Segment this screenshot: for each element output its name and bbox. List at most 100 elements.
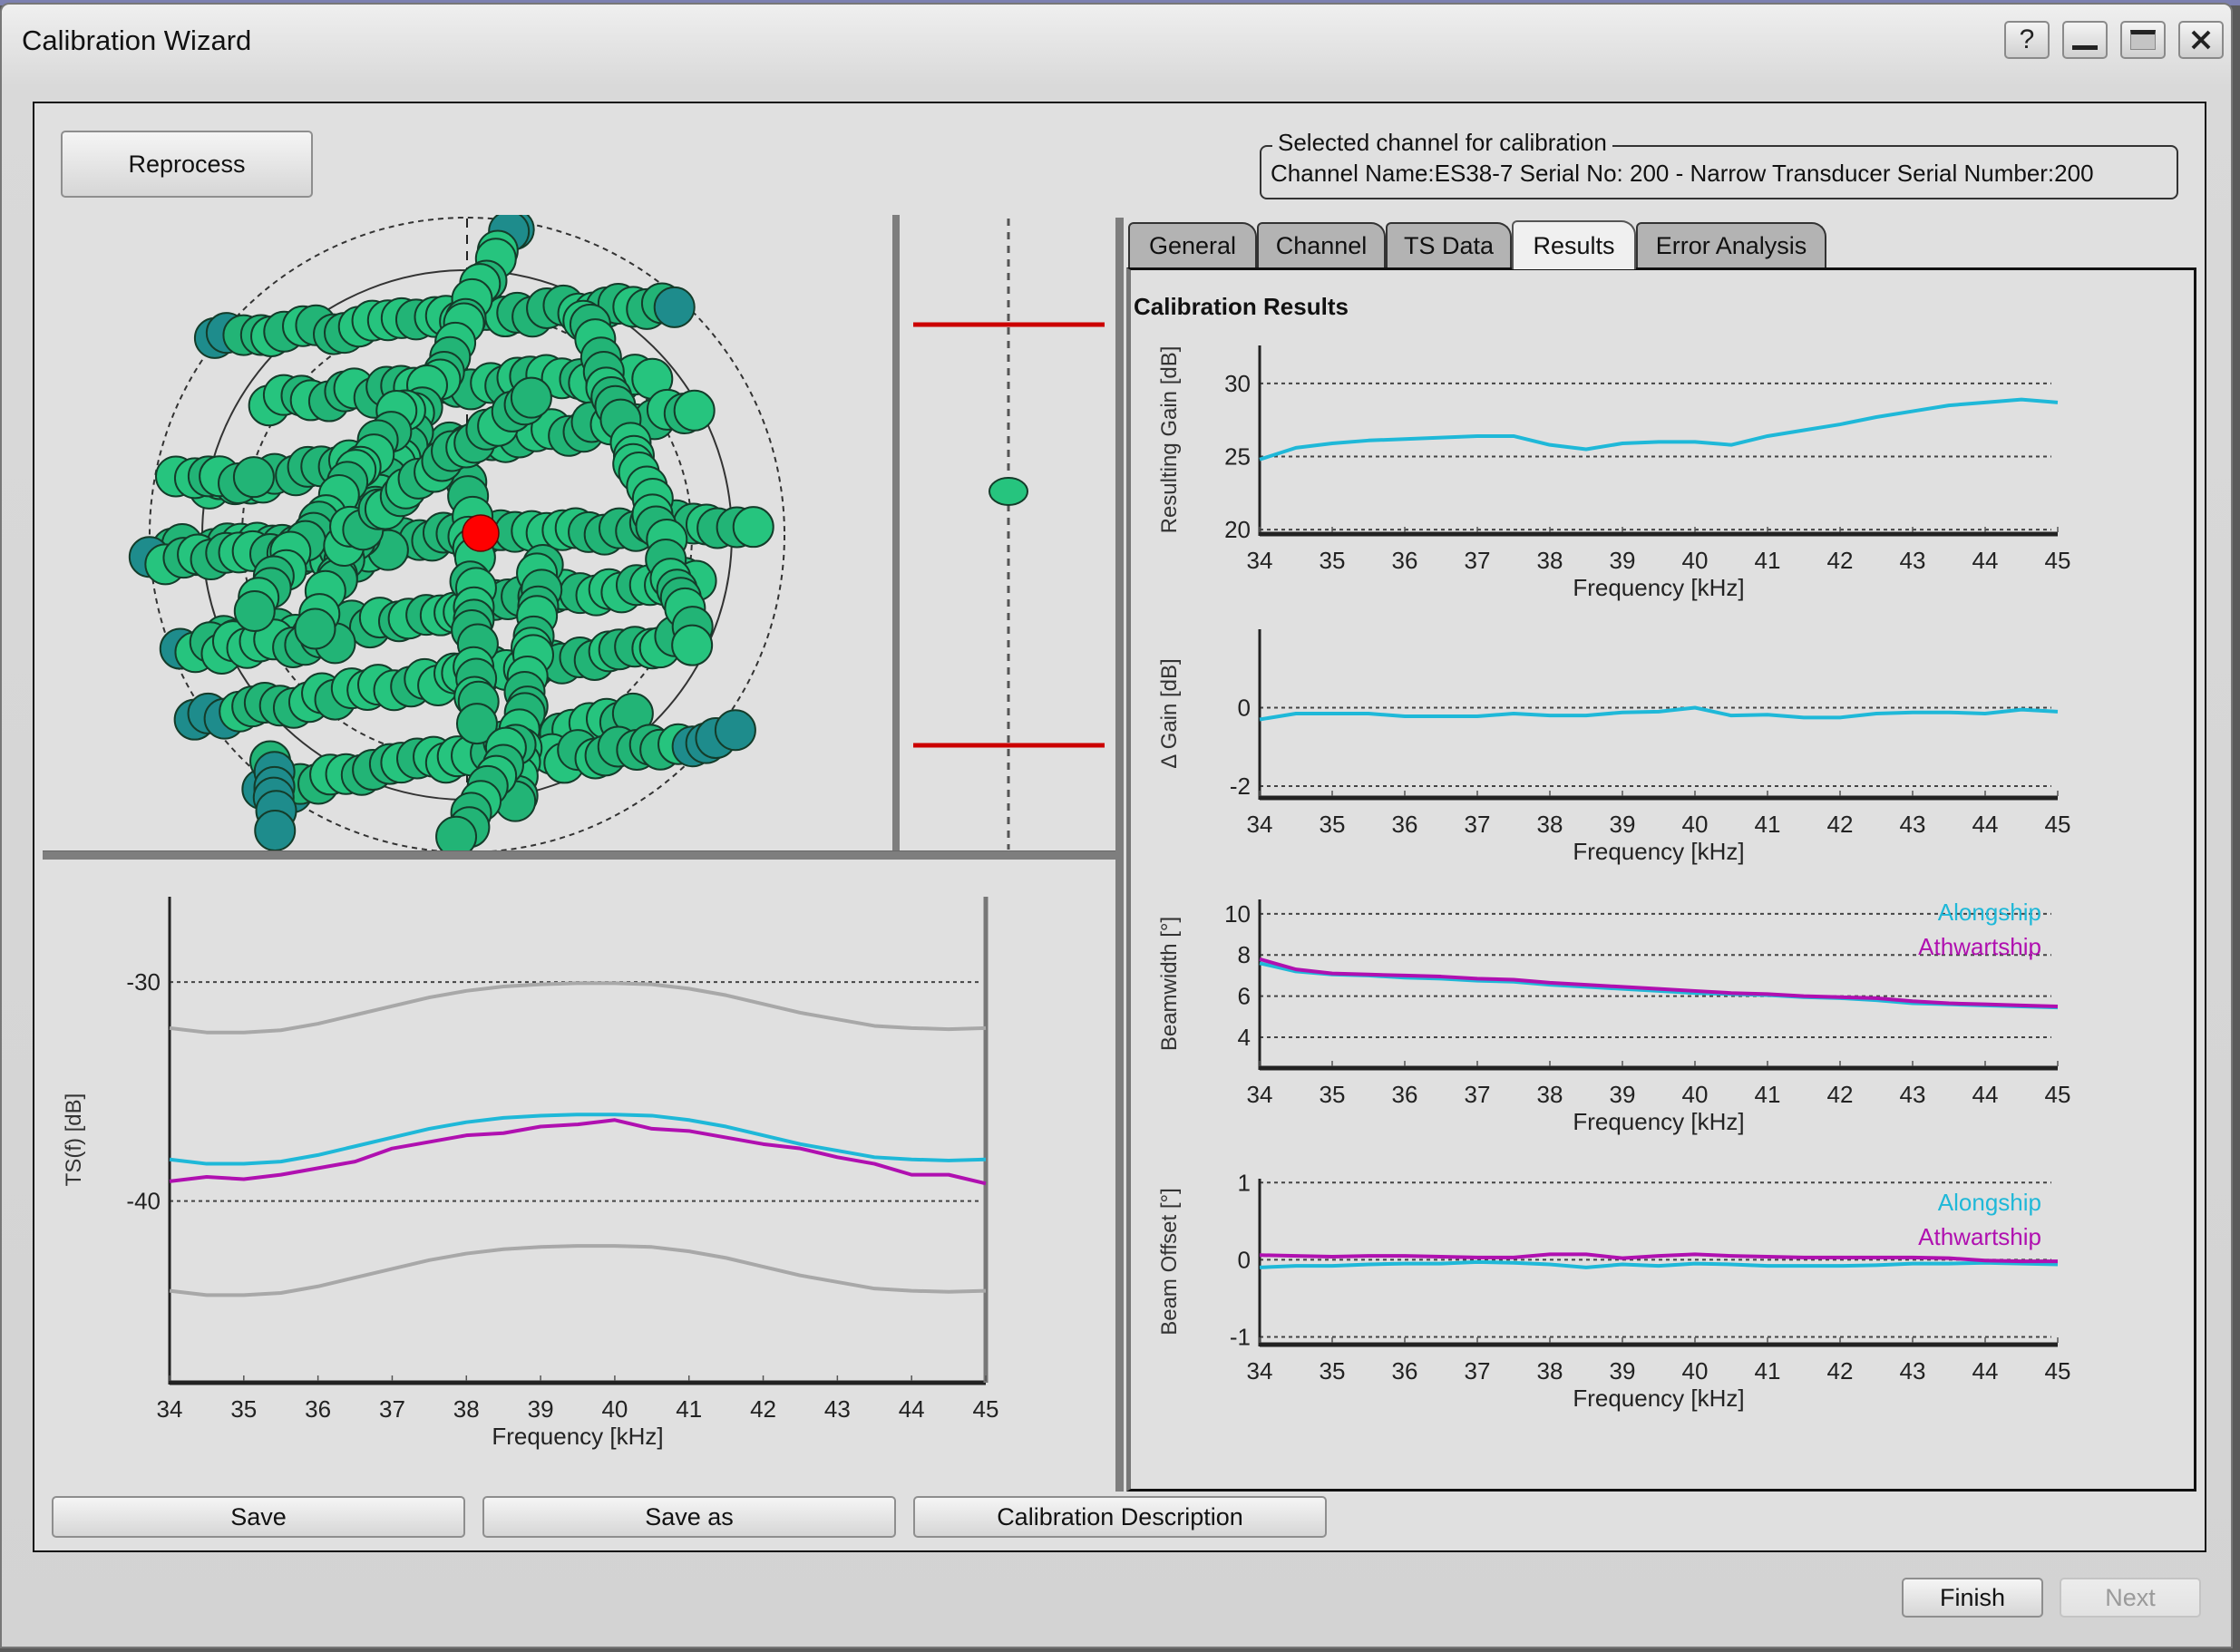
range-panel-divider[interactable]	[892, 215, 900, 854]
x-tick-label: 34	[157, 1395, 183, 1423]
x-tick-label: 37	[1465, 811, 1491, 838]
x-tick-label: 36	[1392, 547, 1418, 574]
x-tick-label: 38	[1537, 1081, 1563, 1108]
y-tick-label: 0	[1238, 695, 1251, 722]
x-tick-label: 45	[973, 1395, 999, 1423]
target-point	[653, 286, 696, 328]
y-axis-label: Beamwidth [°]	[1157, 917, 1182, 1051]
target-points	[128, 215, 774, 852]
x-tick-label: 39	[1610, 1357, 1636, 1385]
x-tick-label: 42	[1827, 811, 1854, 838]
y-tick-label: 6	[1238, 983, 1251, 1010]
x-axis-label: Frequency [kHz]	[1573, 1385, 1744, 1412]
help-icon: ?	[2019, 24, 2035, 54]
series-line-delta-gain	[1259, 705, 2059, 722]
y-tick-label: -2	[1230, 773, 1251, 800]
beamwidth-chart: 4 6 8 10 34 35 36 37 38 39 40 41 42 43 44 45 Frequency […	[1157, 899, 2070, 1135]
series-line-model	[169, 1113, 987, 1166]
close-button[interactable]	[2178, 21, 2224, 59]
selected-channel-info: Channel Name:ES38-7 Serial No: 200 - Nar…	[1271, 160, 2094, 187]
tab-results[interactable]: Results	[1512, 220, 1636, 269]
calibration-description-button[interactable]: Calibration Description	[913, 1496, 1327, 1538]
x-tick-label: 35	[230, 1395, 257, 1423]
vertical-splitter[interactable]	[1115, 218, 1124, 1492]
selected-target-point	[462, 514, 500, 552]
x-tick-label: 41	[1755, 547, 1781, 574]
x-tick-label: 37	[379, 1395, 405, 1423]
x-tick-label: 41	[676, 1395, 702, 1423]
tab-general[interactable]: General	[1128, 222, 1257, 267]
x-tick-label: 39	[1610, 1081, 1636, 1108]
x-tick-label: 43	[1900, 1357, 1926, 1385]
x-tick-label: 36	[305, 1395, 331, 1423]
maximize-icon	[2130, 30, 2156, 50]
reprocess-button[interactable]: Reprocess	[61, 131, 313, 198]
x-tick-label: 41	[1755, 811, 1781, 838]
x-tick-label: 45	[2045, 1357, 2071, 1385]
x-tick-label: 40	[1682, 811, 1709, 838]
series-line-measured	[169, 1118, 987, 1186]
help-button[interactable]: ?	[2004, 21, 2050, 59]
x-tick-label: 42	[750, 1395, 776, 1423]
x-tick-label: 43	[1900, 811, 1926, 838]
x-tick-label: 34	[1247, 811, 1273, 838]
x-tick-label: 45	[2045, 811, 2071, 838]
selected-channel-legend: Selected channel for calibration	[1272, 129, 1612, 157]
target-point	[510, 376, 552, 419]
maximize-button[interactable]	[2120, 21, 2166, 59]
x-tick-label: 41	[1755, 1357, 1781, 1385]
tab-error-analysis[interactable]: Error Analysis	[1636, 222, 1826, 267]
tab-ts-data[interactable]: TS Data	[1386, 222, 1512, 267]
x-tick-label: 44	[1972, 1357, 1999, 1385]
next-button[interactable]: Next	[2060, 1578, 2201, 1618]
delta-gain-chart: -2 0 34 35 36 37 38 39 40 41 42 43 44 45 Frequency [kH…	[1157, 629, 2071, 865]
finish-button[interactable]: Finish	[1902, 1578, 2043, 1618]
x-tick-label: 43	[824, 1395, 851, 1423]
x-tick-label: 37	[1465, 547, 1491, 574]
y-tick-label: 0	[1238, 1246, 1251, 1273]
y-tick-label: 20	[1224, 516, 1251, 543]
x-tick-label: 44	[1972, 547, 1999, 574]
target-point	[673, 389, 716, 432]
x-tick-label: 38	[453, 1395, 480, 1423]
y-tick-label: 25	[1224, 443, 1251, 471]
legend-alongship: Alongship	[1938, 899, 2041, 926]
legend-athwartship: Athwartship	[1918, 933, 2041, 960]
target-point	[435, 815, 478, 852]
x-tick-label: 42	[1827, 547, 1854, 574]
minimize-button[interactable]	[2062, 21, 2108, 59]
x-tick-label: 39	[1610, 547, 1636, 574]
x-tick-label: 44	[899, 1395, 925, 1423]
beam-position-chart	[128, 215, 785, 852]
x-tick-label: 43	[1900, 1081, 1926, 1108]
range-limits-chart	[913, 219, 1105, 850]
target-point	[232, 456, 275, 499]
target-point	[732, 506, 774, 549]
x-tick-label: 38	[1537, 547, 1563, 574]
x-tick-label: 42	[1827, 1081, 1854, 1108]
calibration-wizard-window: Calibration Wizard ? Reprocess Selected …	[0, 3, 2233, 1648]
selected-channel-group: Selected channel for calibration Channel…	[1260, 129, 2178, 199]
y-axis-label: Δ Gain [dB]	[1157, 658, 1182, 768]
target-point	[671, 624, 714, 666]
horizontal-splitter[interactable]	[43, 850, 1115, 860]
resulting-gain-chart: 20 25 30 34 35 36 37 38 39 40 41 42 43 44 45 Frequency …	[1157, 345, 2070, 601]
x-tick-label: 40	[1682, 1357, 1709, 1385]
x-tick-label: 38	[1537, 1357, 1563, 1385]
x-tick-label: 37	[1465, 1081, 1491, 1108]
save-as-button[interactable]: Save as	[482, 1496, 896, 1538]
close-icon	[2191, 30, 2211, 50]
series-line-upper-limit	[169, 981, 987, 1035]
series-line-lower-limit	[169, 1244, 987, 1297]
y-tick-label: 1	[1238, 1169, 1251, 1196]
tab-channel[interactable]: Channel	[1257, 222, 1386, 267]
beam-offset-chart: -1 0 1 34 35 36 37 38 39 40 41 42 43 44 45 Frequency [k…	[1157, 1169, 2071, 1412]
x-tick-label: 42	[1827, 1357, 1854, 1385]
ts-frequency-chart: -30 -40 34 35 36 37 38 39 40 41 42 43 44 45 Frequency …	[62, 897, 999, 1450]
y-tick-label: -40	[126, 1188, 161, 1215]
x-axis-label: Frequency [kHz]	[1573, 1108, 1744, 1135]
save-button[interactable]: Save	[52, 1496, 465, 1538]
x-tick-label: 44	[1972, 1081, 1999, 1108]
x-tick-label: 34	[1247, 1081, 1273, 1108]
y-axis-label: TS(f) [dB]	[62, 1093, 86, 1187]
